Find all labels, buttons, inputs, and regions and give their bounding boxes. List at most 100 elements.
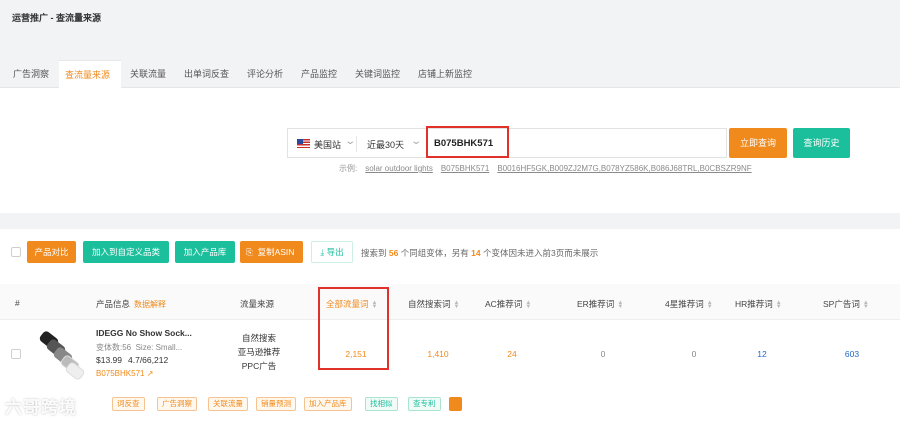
er-value: 0: [600, 349, 606, 359]
tag-find-similar[interactable]: 找相似: [365, 397, 398, 411]
sp-value[interactable]: 603: [832, 349, 872, 359]
col-er-label: ER推荐词: [577, 299, 615, 309]
product-meta: 变体数:56 Size: Small...: [96, 342, 182, 353]
us-flag-icon: [297, 139, 310, 148]
product-price-line: $13.99 4.7/66,212: [96, 355, 168, 365]
col-organic-label: 自然搜索词: [408, 299, 451, 309]
4star-value: 0: [691, 349, 697, 359]
divider: [356, 136, 357, 152]
compare-button[interactable]: 产品对比: [27, 241, 76, 263]
example-link[interactable]: solar outdoor lights: [365, 164, 433, 173]
download-icon: ⤓: [320, 247, 325, 257]
table-header: # 产品信息 数据解释 流量来源 全部流量词 ▲ ▼ 自然搜索词 ▲ ▼ AC推荐词 ▲ ▼ …: [0, 284, 900, 320]
highlight-box: [426, 126, 509, 158]
top-bar: 运营推广 - 查流量来源: [0, 0, 900, 40]
col-4star-label: 4星推荐词: [665, 299, 704, 309]
result-summary: 搜索到 56 个同组变体，另有 14 个变体因未进入前3页而未展示: [361, 247, 598, 259]
tag-sales-forecast[interactable]: 销量预测: [256, 397, 296, 411]
copy-asin-button[interactable]: ⎘ 复制ASIN: [240, 241, 303, 263]
variant-count: 56: [388, 248, 399, 258]
chevron-down-icon[interactable]: ⌄: [344, 136, 356, 147]
col-sp-label: SP广告词: [823, 299, 860, 309]
col-4star[interactable]: 4星推荐词 ▲ ▼: [665, 298, 713, 310]
product-asin[interactable]: B075BHK571 ↗: [96, 369, 153, 378]
source-amazon-rec: 亚马逊推荐: [237, 347, 281, 357]
add-library-button[interactable]: 加入产品库: [175, 241, 235, 263]
sort-icon[interactable]: ▲ ▼: [525, 300, 531, 310]
copy-asin-label: 复制ASIN: [257, 247, 295, 257]
sock-shape: [64, 360, 86, 382]
add-custom-category-button[interactable]: 加入到自定义品类: [83, 241, 169, 263]
hidden-variant-count: 14: [471, 248, 481, 258]
organic-value[interactable]: 1,410: [418, 349, 458, 359]
tab-related-traffic[interactable]: 关联流量: [124, 60, 172, 88]
product-title[interactable]: IDEGG No Show Sock...: [96, 328, 192, 338]
product-thumbnail[interactable]: [38, 328, 86, 382]
examples: 示例: solar outdoor lights B075BHK571 B0016HF…: [339, 163, 760, 174]
product-rating: 4.7/66,212: [128, 355, 169, 365]
sort-icon[interactable]: ▲ ▼: [863, 300, 869, 310]
variant-count: 变体数:56: [96, 343, 132, 352]
breadcrumb: 运营推广 - 查流量来源: [12, 13, 101, 23]
highlight-box: [318, 287, 389, 370]
example-link[interactable]: B0016HF5GK,B009ZJ2M7G,B078YZ586K,B086J68…: [497, 164, 751, 173]
watermark: 六哥跨境: [5, 398, 77, 417]
col-index: #: [15, 298, 20, 308]
sort-icon[interactable]: ▲ ▼: [707, 300, 713, 310]
ac-value[interactable]: 24: [492, 349, 532, 359]
export-label: 导出: [326, 247, 344, 257]
asin-text: B075BHK571: [96, 369, 145, 378]
tag-patent[interactable]: 查专利: [408, 397, 441, 411]
col-ac-label: AC推荐词: [485, 299, 523, 309]
tab-keyword-monitor[interactable]: 关键词监控: [349, 60, 406, 88]
history-button[interactable]: 查询历史: [793, 128, 850, 158]
sort-icon[interactable]: ▲ ▼: [454, 300, 460, 310]
sort-icon[interactable]: ▲ ▼: [776, 300, 782, 310]
row-checkbox[interactable]: [11, 349, 21, 359]
source-organic: 自然搜索: [241, 333, 276, 343]
col-organic[interactable]: 自然搜索词 ▲ ▼: [408, 298, 459, 310]
traffic-sources: 自然搜索 亚马逊推荐 PPC广告: [237, 331, 281, 373]
col-ac[interactable]: AC推荐词 ▲ ▼: [485, 298, 531, 310]
site-select[interactable]: 美国站: [314, 138, 341, 151]
results-panel: 产品对比 加入到自定义品类 加入产品库 ⎘ 复制ASIN ⤓ 导出 搜索到 56…: [0, 229, 900, 424]
search-panel: 美国站 ⌄ 近最30天 ⌄ 立即查询 查询历史 示例: solar outdoor…: [0, 88, 900, 213]
col-hr-label: HR推荐词: [735, 299, 773, 309]
query-button[interactable]: 立即查询: [729, 128, 787, 158]
summary-text: 搜索到: [361, 248, 387, 258]
export-button[interactable]: ⤓ 导出: [311, 241, 353, 263]
col-sp[interactable]: SP广告词 ▲ ▼: [823, 298, 869, 310]
example-link[interactable]: B075BHK571: [441, 164, 489, 173]
tag-ad-insight[interactable]: 广告洞察: [157, 397, 197, 411]
select-all-checkbox[interactable]: [11, 247, 21, 257]
range-select[interactable]: 近最30天: [367, 138, 404, 151]
table-row: IDEGG No Show Sock... 变体数:56 Size: Small…: [0, 320, 900, 389]
col-source: 流量来源: [240, 299, 275, 309]
tag-related-traffic[interactable]: 关联流量: [208, 397, 248, 411]
col-hr[interactable]: HR推荐词 ▲ ▼: [735, 298, 782, 310]
tab-traffic-source[interactable]: 查流量来源: [59, 60, 121, 88]
source-ppc: PPC广告: [241, 361, 277, 371]
examples-label: 示例:: [339, 164, 358, 173]
summary-text: 个同组变体，另有: [400, 248, 469, 258]
tab-store-new-monitor[interactable]: 店铺上新监控: [412, 60, 478, 88]
tab-bar: 广告洞察 查流量来源 关联流量 出单词反查 评论分析 产品监控 关键词监控 店铺…: [0, 60, 900, 88]
tab-review-analysis[interactable]: 评论分析: [241, 60, 289, 88]
col-er[interactable]: ER推荐词 ▲ ▼: [577, 298, 623, 310]
hr-value[interactable]: 12: [742, 349, 782, 359]
calculator-icon[interactable]: [449, 397, 462, 411]
tab-order-keywords[interactable]: 出单词反查: [178, 60, 235, 88]
col-product: 产品信息 数据解释: [96, 298, 166, 310]
tag-add-library[interactable]: 加入产品库: [304, 397, 352, 411]
sort-icon[interactable]: ▲ ▼: [617, 300, 623, 310]
tab-ad-insight[interactable]: 广告洞察: [7, 60, 55, 88]
tab-product-monitor[interactable]: 产品监控: [295, 60, 343, 88]
product-price: $13.99: [96, 355, 122, 365]
product-size: Size: Small...: [135, 343, 183, 352]
tag-keyword-reverse[interactable]: 词反查: [112, 397, 145, 411]
chevron-down-icon[interactable]: ⌄: [410, 136, 422, 147]
col-product-label: 产品信息: [96, 299, 131, 309]
external-link-icon[interactable]: ↗: [147, 369, 154, 378]
data-explain-link[interactable]: 数据解释: [134, 300, 166, 309]
summary-text: 个变体因未进入前3页而未展示: [482, 248, 599, 258]
